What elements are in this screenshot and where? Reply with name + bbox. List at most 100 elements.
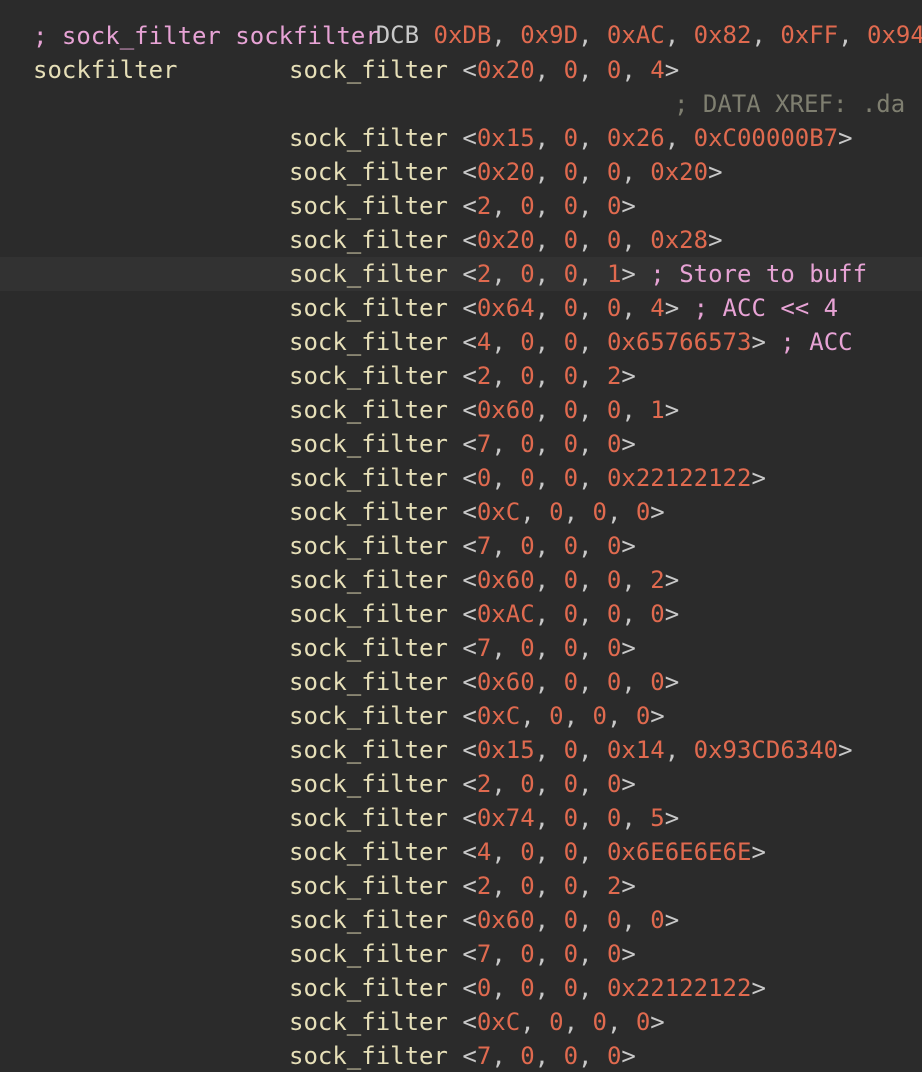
struct-comment-line[interactable]: ; sock_filter sockfilter (0, 19, 922, 53)
operand-value[interactable]: 0 (520, 940, 534, 968)
listing-line[interactable]: sock_filter <0x20, 0, 0, 0x28> (0, 223, 922, 257)
listing-line[interactable]: sock_filter <2, 0, 0, 0> (0, 189, 922, 223)
operand-value[interactable]: 0 (549, 1008, 563, 1036)
listing-line[interactable]: sock_filter <4, 0, 0, 0x6E6E6E6E> (0, 835, 922, 869)
operand-value[interactable]: 2 (477, 872, 491, 900)
operand-value[interactable]: 0 (607, 226, 621, 254)
operand-value[interactable]: 0 (564, 906, 578, 934)
mnemonic[interactable]: sock_filter (289, 464, 448, 492)
operand-value[interactable]: 0 (564, 532, 578, 560)
operand-value[interactable]: 0 (607, 906, 621, 934)
disassembly-listing[interactable]: DCB 0xDB, 0x9D, 0xAC, 0x82, 0xFF, 0x94 ;… (0, 0, 922, 1072)
listing-line[interactable]: sock_filter <0xC, 0, 0, 0> (0, 495, 922, 529)
operand-value[interactable]: 0 (564, 804, 578, 832)
operand-value[interactable]: 0 (564, 294, 578, 322)
operand-value[interactable]: 1 (650, 396, 664, 424)
operand-value[interactable]: 0x93CD6340 (694, 736, 839, 764)
operand-value[interactable]: 0 (549, 702, 563, 730)
operand-value[interactable]: 0 (564, 940, 578, 968)
mnemonic[interactable]: sock_filter (289, 736, 448, 764)
operand-value[interactable]: 0 (520, 634, 534, 662)
operand-value[interactable]: 4 (650, 56, 664, 84)
listing-line[interactable]: sock_filter <0, 0, 0, 0x22122122> (0, 461, 922, 495)
listing-line[interactable]: sock_filter <2, 0, 0, 0> (0, 767, 922, 801)
operand-value[interactable]: 0x26 (607, 124, 665, 152)
listing-line[interactable]: sock_filter <0x60, 0, 0, 0> (0, 665, 922, 699)
operand-value[interactable]: 0x6E6E6E6E (607, 838, 752, 866)
operand-value[interactable]: 0x20 (477, 158, 535, 186)
mnemonic[interactable]: sock_filter (289, 328, 448, 356)
operand-value[interactable]: 2 (477, 362, 491, 390)
mnemonic[interactable]: sock_filter (289, 872, 448, 900)
operand-value[interactable]: 2 (607, 362, 621, 390)
mnemonic[interactable]: sock_filter (289, 498, 448, 526)
listing-line[interactable]: sock_filter <0x60, 0, 0, 1> (0, 393, 922, 427)
operand-value[interactable]: 0 (607, 396, 621, 424)
mnemonic[interactable]: sock_filter (289, 532, 448, 560)
operand-value[interactable]: 0 (564, 362, 578, 390)
operand-value[interactable]: 4 (650, 294, 664, 322)
mnemonic[interactable]: sock_filter (289, 430, 448, 458)
operand-value[interactable]: 0 (564, 464, 578, 492)
operand-value[interactable]: 2 (477, 192, 491, 220)
operand-value[interactable]: 0 (607, 600, 621, 628)
mnemonic[interactable]: sock_filter (289, 566, 448, 594)
operand-value[interactable]: 0xC (477, 498, 520, 526)
operand-value[interactable]: 0x15 (477, 736, 535, 764)
listing-line[interactable]: sock_filter <7, 0, 0, 0> (0, 427, 922, 461)
operand-value[interactable]: 4 (477, 328, 491, 356)
operand-value[interactable]: 7 (477, 634, 491, 662)
operand-value[interactable]: 0 (564, 226, 578, 254)
mnemonic[interactable]: sock_filter (289, 260, 448, 288)
operand-value[interactable]: 0x20 (650, 158, 708, 186)
operand-value[interactable]: 0 (564, 328, 578, 356)
operand-value[interactable]: 0 (564, 192, 578, 220)
operand-value[interactable]: 0 (564, 634, 578, 662)
operand-value[interactable]: 0 (636, 1008, 650, 1036)
listing-line[interactable]: sock_filter <0xC, 0, 0, 0> (0, 699, 922, 733)
listing-line[interactable]: sock_filter <2, 0, 0, 2> (0, 869, 922, 903)
listing-line[interactable]: sock_filter <4, 0, 0, 0x65766573> ; ACC (0, 325, 922, 359)
operand-value[interactable]: 0 (607, 430, 621, 458)
operand-value[interactable]: 0 (564, 600, 578, 628)
operand-value[interactable]: 0x14 (607, 736, 665, 764)
operand-value[interactable]: 0 (607, 192, 621, 220)
operand-value[interactable]: 0 (564, 838, 578, 866)
operand-value[interactable]: 0 (520, 328, 534, 356)
listing-line[interactable]: sock_filter <2, 0, 0, 2> (0, 359, 922, 393)
operand-value[interactable]: 5 (650, 804, 664, 832)
operand-value[interactable]: 1 (607, 260, 621, 288)
operand-value[interactable]: 0 (607, 804, 621, 832)
operand-value[interactable]: 0 (520, 464, 534, 492)
operand-value[interactable]: 0 (607, 668, 621, 696)
mnemonic[interactable]: sock_filter (289, 906, 448, 934)
operand-value[interactable]: 0 (607, 56, 621, 84)
operand-value[interactable]: 0 (564, 124, 578, 152)
operand-value[interactable]: 0 (564, 872, 578, 900)
operand-value[interactable]: 7 (477, 940, 491, 968)
operand-value[interactable]: 0 (650, 600, 664, 628)
operand-value[interactable]: 0 (520, 192, 534, 220)
mnemonic[interactable]: sock_filter (289, 124, 448, 152)
listing-line[interactable]: sock_filter <0x74, 0, 0, 5> (0, 801, 922, 835)
operand-value[interactable]: 0xC00000B7 (694, 124, 839, 152)
operand-value[interactable]: 0 (564, 260, 578, 288)
operand-value[interactable]: 0 (564, 770, 578, 798)
operand-value[interactable]: 0 (607, 294, 621, 322)
mnemonic[interactable]: sock_filter (289, 600, 448, 628)
operand-value[interactable]: 0 (607, 1042, 621, 1070)
mnemonic[interactable]: sock_filter (289, 702, 448, 730)
listing-line[interactable]: sock_filter <0x15, 0, 0x14, 0x93CD6340> (0, 733, 922, 767)
listing-line[interactable]: sock_filter <0x60, 0, 0, 0> (0, 903, 922, 937)
operand-value[interactable]: 0 (564, 736, 578, 764)
mnemonic[interactable]: sock_filter (289, 1042, 448, 1070)
operand-value[interactable]: 2 (477, 770, 491, 798)
listing-line[interactable]: sock_filter <0xC, 0, 0, 0> (0, 1005, 922, 1039)
listing-line[interactable]: sock_filter <7, 0, 0, 0> (0, 529, 922, 563)
mnemonic[interactable]: sock_filter (289, 192, 448, 220)
listing-line-dcb[interactable]: DCB 0xDB, 0x9D, 0xAC, 0x82, 0xFF, 0x94 (0, 0, 922, 49)
operand-value[interactable]: 7 (477, 1042, 491, 1070)
operand-value[interactable]: 0 (607, 158, 621, 186)
operand-value[interactable]: 0 (592, 702, 606, 730)
mnemonic[interactable]: sock_filter (289, 940, 448, 968)
